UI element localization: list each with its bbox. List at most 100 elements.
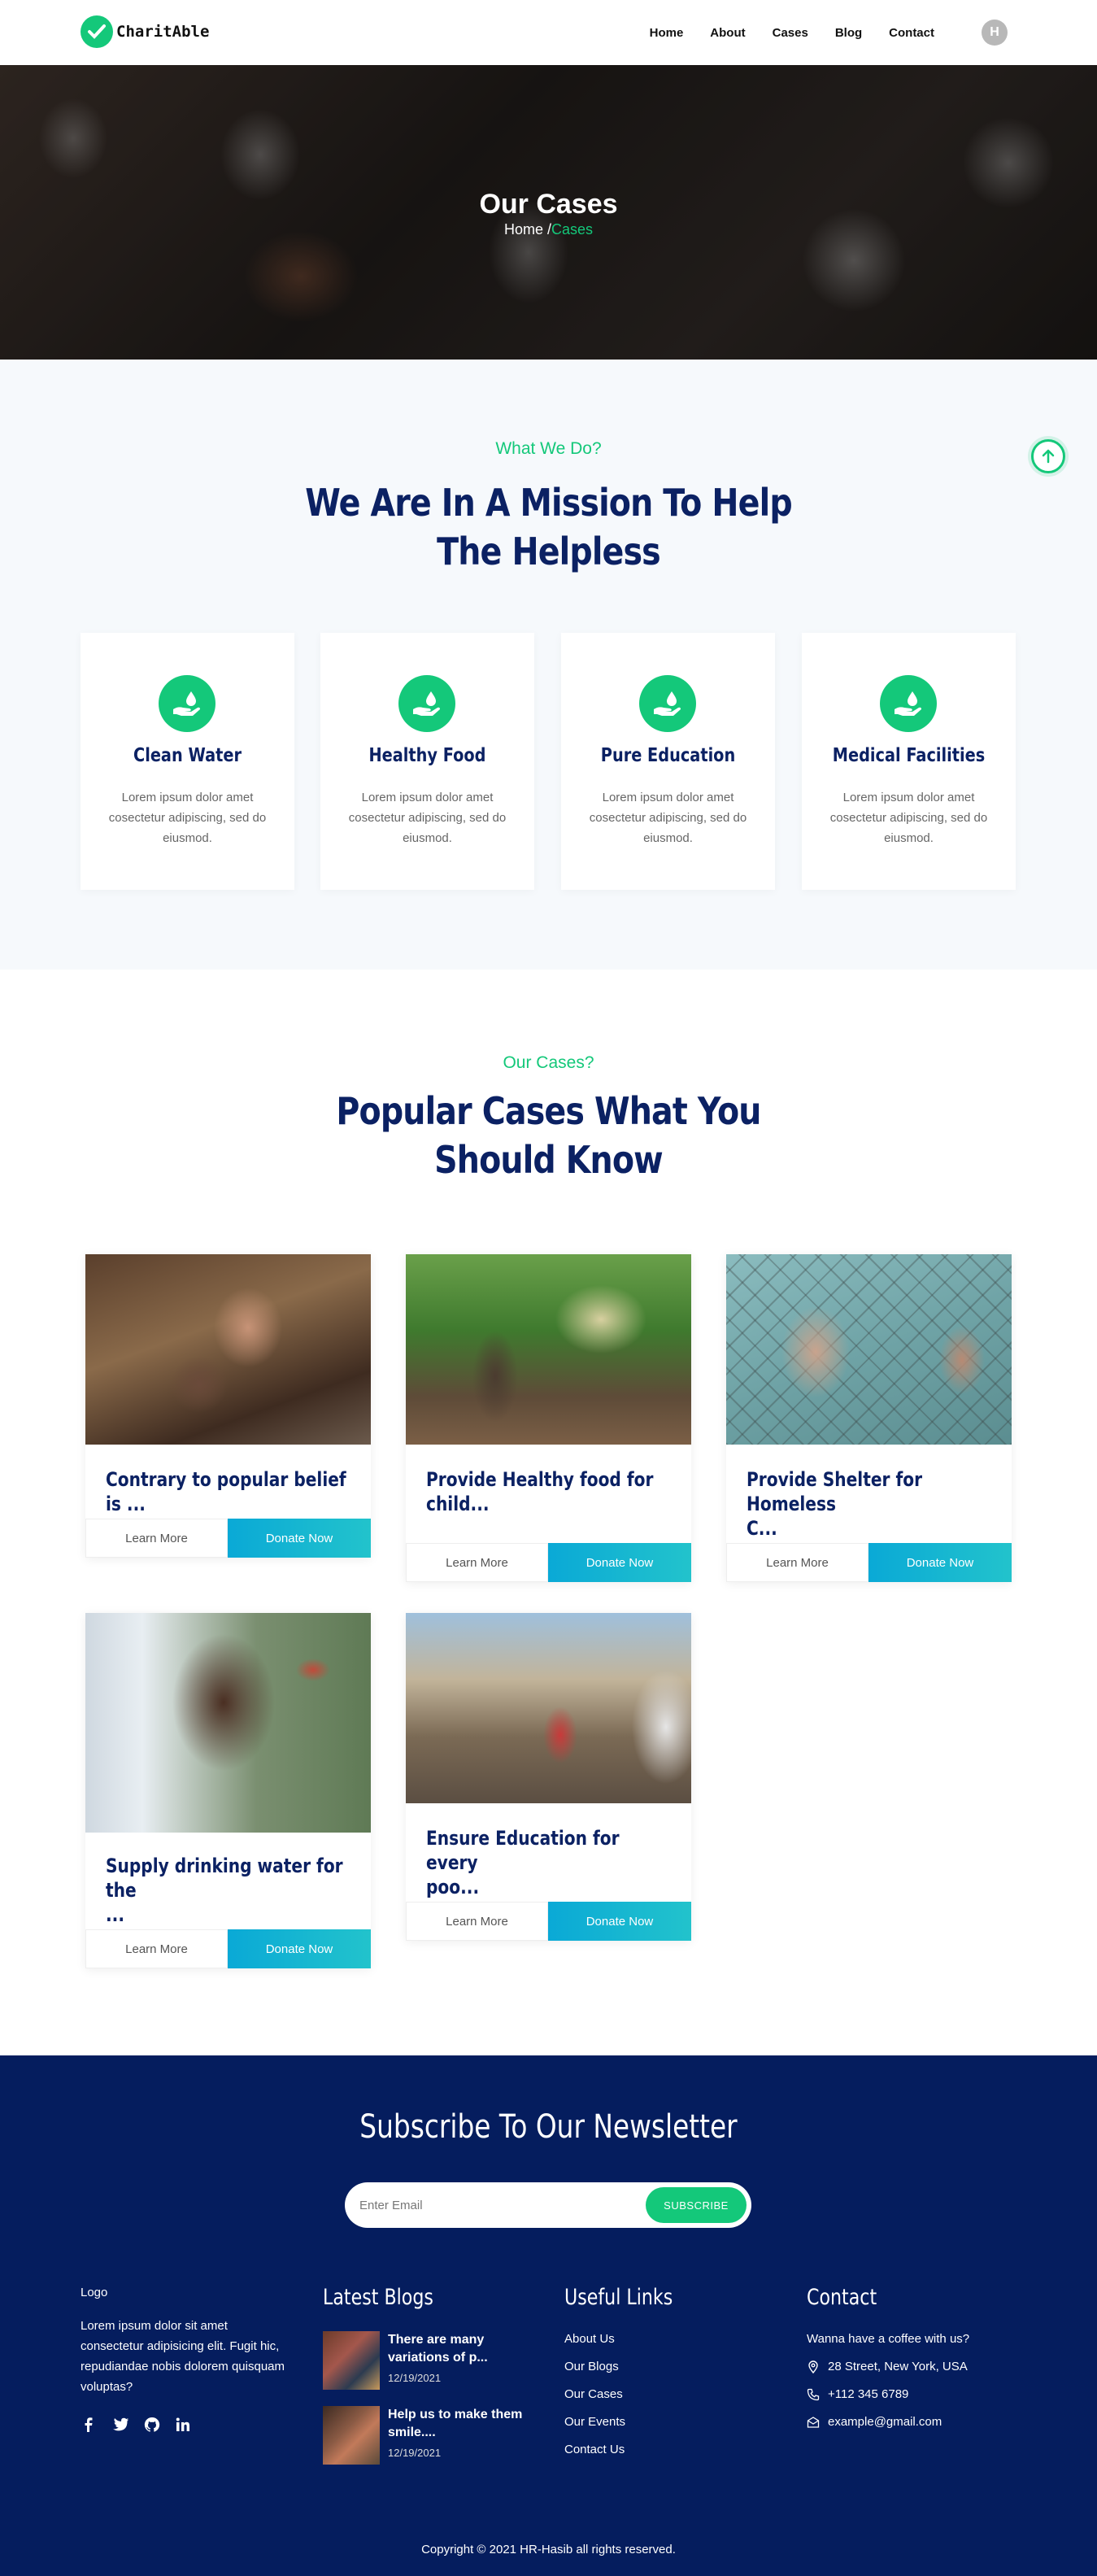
top-navbar: CharitAble Home About Cases Blog Contact… xyxy=(0,0,1097,65)
contact-phone[interactable]: +112 345 6789 xyxy=(807,2387,908,2401)
case-actions: Learn More Donate Now xyxy=(85,1519,371,1558)
cases-title-line1: Popular Cases What You xyxy=(336,1089,761,1133)
blog-date: 12/19/2021 xyxy=(388,2372,442,2384)
feature-title: Clean Water xyxy=(133,745,242,766)
nav-link-home[interactable]: Home xyxy=(650,26,684,40)
feature-title: Medical Facilities xyxy=(832,745,986,766)
blog-title[interactable]: Help us to make them smile.... xyxy=(388,2406,542,2442)
case-card: Provide Healthy food for child... Learn M… xyxy=(406,1254,691,1582)
footer-link-contact-us[interactable]: Contact Us xyxy=(564,2443,625,2456)
learn-more-button[interactable]: Learn More xyxy=(406,1543,548,1582)
case-card: Contrary to popular belief is ... Learn … xyxy=(85,1254,371,1558)
latest-blogs-title: Latest Blogs xyxy=(323,2285,433,2310)
feature-text: Lorem ipsum dolor amet cosectetur adipis… xyxy=(348,791,507,845)
user-avatar[interactable]: H xyxy=(982,20,1008,46)
blog-thumbnail xyxy=(323,2406,380,2465)
nav-link-contact[interactable]: Contact xyxy=(889,26,934,40)
social-links xyxy=(81,2417,206,2437)
site-footer: Subscribe To Our Newsletter SUBSCRIBE Lo… xyxy=(0,2055,1097,2576)
case-actions: Learn More Donate Now xyxy=(406,1902,691,1941)
feature-text: Lorem ipsum dolor amet cosectetur adipis… xyxy=(829,791,988,845)
nav-link-blog[interactable]: Blog xyxy=(835,26,862,40)
blog-item[interactable]: There are many variations of p... 12/19/… xyxy=(323,2331,542,2390)
newsletter-form: SUBSCRIBE xyxy=(345,2182,751,2228)
mission-title-line1: We Are In A Mission To Help xyxy=(305,481,792,525)
blog-item[interactable]: Help us to make them smile.... 12/19/202… xyxy=(323,2406,542,2465)
feature-card-pure-education: Pure Education Lorem ipsum dolor amet co… xyxy=(561,633,775,890)
footer-link-our-blogs[interactable]: Our Blogs xyxy=(564,2360,619,2373)
copyright-text: Copyright © 2021 HR-Hasib all rights res… xyxy=(421,2543,676,2556)
contact-address: 28 Street, New York, USA xyxy=(807,2360,968,2373)
case-title: Provide Healthy food for child... xyxy=(426,1468,654,1515)
envelope-icon xyxy=(807,2416,820,2428)
breadcrumb: Home /Cases xyxy=(0,221,1097,238)
brand-logo[interactable]: CharitAble xyxy=(81,15,209,48)
cases-eyebrow: Our Cases? xyxy=(503,1053,594,1072)
footer-link-about-us[interactable]: About Us xyxy=(564,2332,615,2346)
cases-title-line2: Should Know xyxy=(434,1138,664,1182)
nav-menu: Home About Cases Blog Contact H xyxy=(623,20,1008,46)
case-actions: Learn More Donate Now xyxy=(406,1543,691,1582)
nav-link-cases[interactable]: Cases xyxy=(773,26,808,40)
learn-more-button[interactable]: Learn More xyxy=(85,1519,228,1558)
donate-now-button[interactable]: Donate Now xyxy=(548,1902,691,1941)
donate-now-button[interactable]: Donate Now xyxy=(548,1543,691,1582)
mission-section: What We Do? We Are In A Mission To Help … xyxy=(0,360,1097,970)
case-image-schoolchildren-street xyxy=(406,1613,691,1803)
case-card: Ensure Education for every poo... Learn M… xyxy=(406,1613,691,1941)
learn-more-button[interactable]: Learn More xyxy=(726,1543,868,1582)
blog-title[interactable]: There are many variations of p... xyxy=(388,2331,542,2367)
contact-title: Contact xyxy=(807,2285,877,2310)
donate-now-button[interactable]: Donate Now xyxy=(868,1543,1012,1582)
feature-title: Pure Education xyxy=(600,745,736,766)
footer-logo[interactable]: Logo xyxy=(81,2286,107,2299)
subscribe-button[interactable]: SUBSCRIBE xyxy=(646,2187,747,2223)
case-image-child-drinking-water xyxy=(85,1613,371,1833)
scroll-to-top-button[interactable] xyxy=(1031,439,1065,473)
case-title: Ensure Education for every poo... xyxy=(426,1827,620,1898)
cases-section: Our Cases? Popular Cases What You Should… xyxy=(0,970,1097,2055)
nav-link-about[interactable]: About xyxy=(710,26,745,40)
breadcrumb-home[interactable]: Home xyxy=(504,221,543,238)
case-card: Provide Shelter for Homeless C... Learn M… xyxy=(726,1254,1012,1582)
blog-thumbnail xyxy=(323,2331,380,2390)
contact-intro: Wanna have a coffee with us? xyxy=(807,2332,970,2346)
footer-about-text: Lorem ipsum dolor sit amet consectetur a… xyxy=(81,2319,285,2394)
breadcrumb-current: Cases xyxy=(551,221,594,238)
feature-card-clean-water: Clean Water Lorem ipsum dolor amet cosec… xyxy=(81,633,294,890)
case-title: Contrary to popular belief is ... xyxy=(106,1468,346,1515)
hand-drop-icon xyxy=(159,675,215,732)
case-image-children-outdoors xyxy=(406,1254,691,1445)
footer-link-our-cases[interactable]: Our Cases xyxy=(564,2387,623,2401)
learn-more-button[interactable]: Learn More xyxy=(85,1929,228,1968)
map-pin-icon xyxy=(808,2360,818,2373)
page-hero-banner: Our Cases Home /Cases xyxy=(0,65,1097,360)
mission-eyebrow: What We Do? xyxy=(495,439,602,458)
newsletter-title: Subscribe To Our Newsletter xyxy=(359,2108,738,2146)
linkedin-icon[interactable] xyxy=(175,2417,191,2437)
newsletter-email-input[interactable] xyxy=(359,2182,636,2228)
case-image-child-behind-fence xyxy=(726,1254,1012,1445)
breadcrumb-separator: / xyxy=(542,221,551,238)
donate-now-button[interactable]: Donate Now xyxy=(228,1519,371,1558)
case-actions: Learn More Donate Now xyxy=(85,1929,371,1968)
arrow-up-icon xyxy=(1042,449,1055,464)
feature-card-medical-facilities: Medical Facilities Lorem ipsum dolor ame… xyxy=(802,633,1016,890)
feature-text: Lorem ipsum dolor amet cosectetur adipis… xyxy=(108,791,267,845)
twitter-icon[interactable] xyxy=(111,2417,129,2437)
learn-more-button[interactable]: Learn More xyxy=(406,1902,548,1941)
github-icon[interactable] xyxy=(144,2417,160,2437)
mission-title-line2: The Helpless xyxy=(437,530,661,573)
hand-drop-icon xyxy=(880,675,937,732)
contact-email[interactable]: example@gmail.com xyxy=(807,2415,942,2429)
footer-link-our-events[interactable]: Our Events xyxy=(564,2415,625,2429)
case-actions: Learn More Donate Now xyxy=(726,1543,1012,1582)
donate-now-button[interactable]: Donate Now xyxy=(228,1929,371,1968)
brand-name: CharitAble xyxy=(116,23,210,41)
case-title: Supply drinking water for the... xyxy=(106,1855,343,1926)
facebook-icon[interactable] xyxy=(81,2417,97,2437)
feature-text: Lorem ipsum dolor amet cosectetur adipis… xyxy=(589,791,747,845)
hand-drop-icon xyxy=(639,675,696,732)
heart-check-icon xyxy=(81,15,113,48)
hand-drop-icon xyxy=(398,675,455,732)
